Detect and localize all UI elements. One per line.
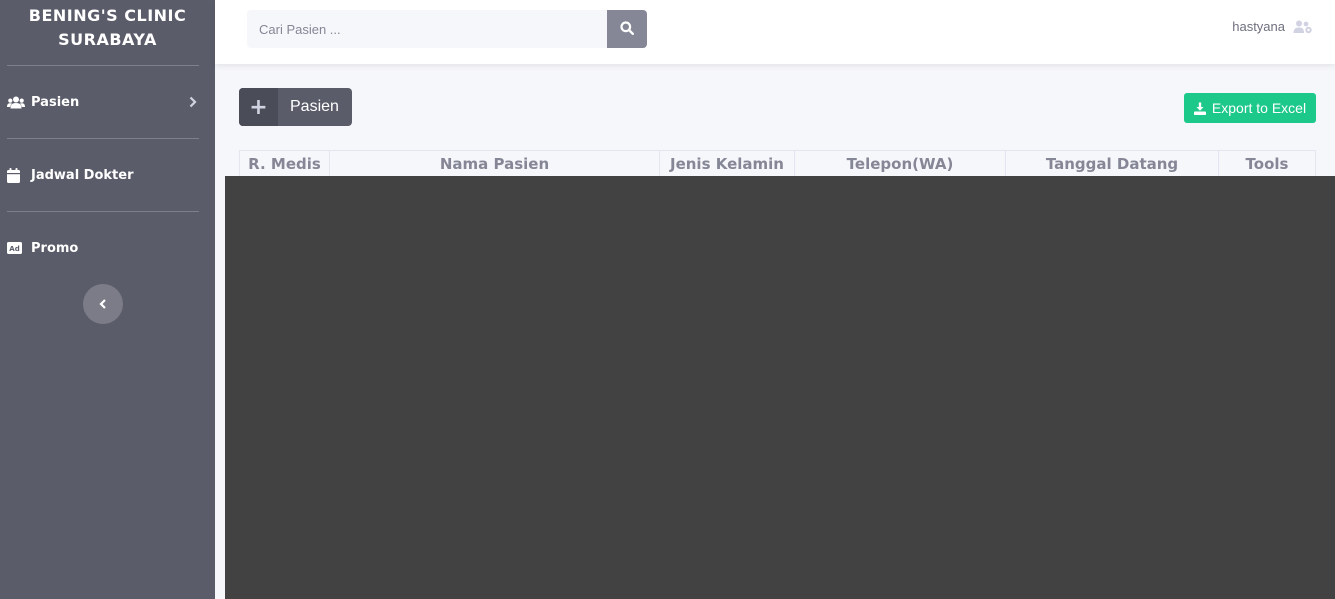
add-patient-label: Pasien xyxy=(290,98,339,115)
download-icon xyxy=(1193,102,1206,115)
column-header[interactable]: Tools xyxy=(1219,151,1315,176)
chevron-left-icon xyxy=(99,295,107,314)
add-patient-button[interactable]: + Pasien xyxy=(239,88,352,126)
user-menu[interactable]: hastyana xyxy=(1232,19,1313,34)
search-icon xyxy=(620,20,634,39)
sidebar-item-label: Pasien xyxy=(31,94,80,110)
users-icon xyxy=(7,96,25,109)
chevron-right-icon xyxy=(189,96,197,108)
column-header[interactable]: Tanggal Datang xyxy=(1006,151,1219,176)
column-header[interactable]: Telepon(WA) xyxy=(795,151,1006,176)
brand-line2: SURABAYA xyxy=(58,30,157,49)
loading-overlay xyxy=(225,176,1335,599)
topbar: hastyana xyxy=(215,0,1335,64)
column-header[interactable]: Jenis Kelamin xyxy=(660,151,795,176)
calendar-icon xyxy=(7,167,25,183)
column-header[interactable]: Nama Pasien xyxy=(330,151,660,176)
svg-text:Ad: Ad xyxy=(9,245,19,253)
sidebar: BENING'S CLINIC SURABAYA Pasien Jadwal D… xyxy=(0,0,215,599)
sidebar-item-label: Promo xyxy=(31,240,79,256)
ad-icon: Ad xyxy=(7,242,25,254)
sidebar-toggle-button[interactable] xyxy=(83,284,123,324)
search-input[interactable] xyxy=(247,10,607,48)
sidebar-item-pasien[interactable]: Pasien xyxy=(0,66,215,138)
brand-line1: BENING'S CLINIC xyxy=(28,6,187,25)
search-bar xyxy=(247,10,647,48)
export-excel-label: Export to Excel xyxy=(1211,100,1307,116)
username: hastyana xyxy=(1232,19,1285,34)
sidebar-item-label: Jadwal Dokter xyxy=(31,167,134,183)
column-header[interactable]: R. Medis xyxy=(240,151,330,176)
search-button[interactable] xyxy=(607,10,647,48)
sidebar-item-jadwal-dokter[interactable]: Jadwal Dokter xyxy=(0,139,215,211)
users-cog-icon xyxy=(1293,20,1313,34)
plus-icon: + xyxy=(239,88,278,126)
sidebar-item-promo[interactable]: Ad Promo xyxy=(0,212,215,284)
patient-table-header: R. Medis Nama Pasien Jenis Kelamin Telep… xyxy=(239,150,1316,176)
export-excel-button[interactable]: Export to Excel xyxy=(1184,93,1316,123)
brand[interactable]: BENING'S CLINIC SURABAYA xyxy=(0,0,215,65)
